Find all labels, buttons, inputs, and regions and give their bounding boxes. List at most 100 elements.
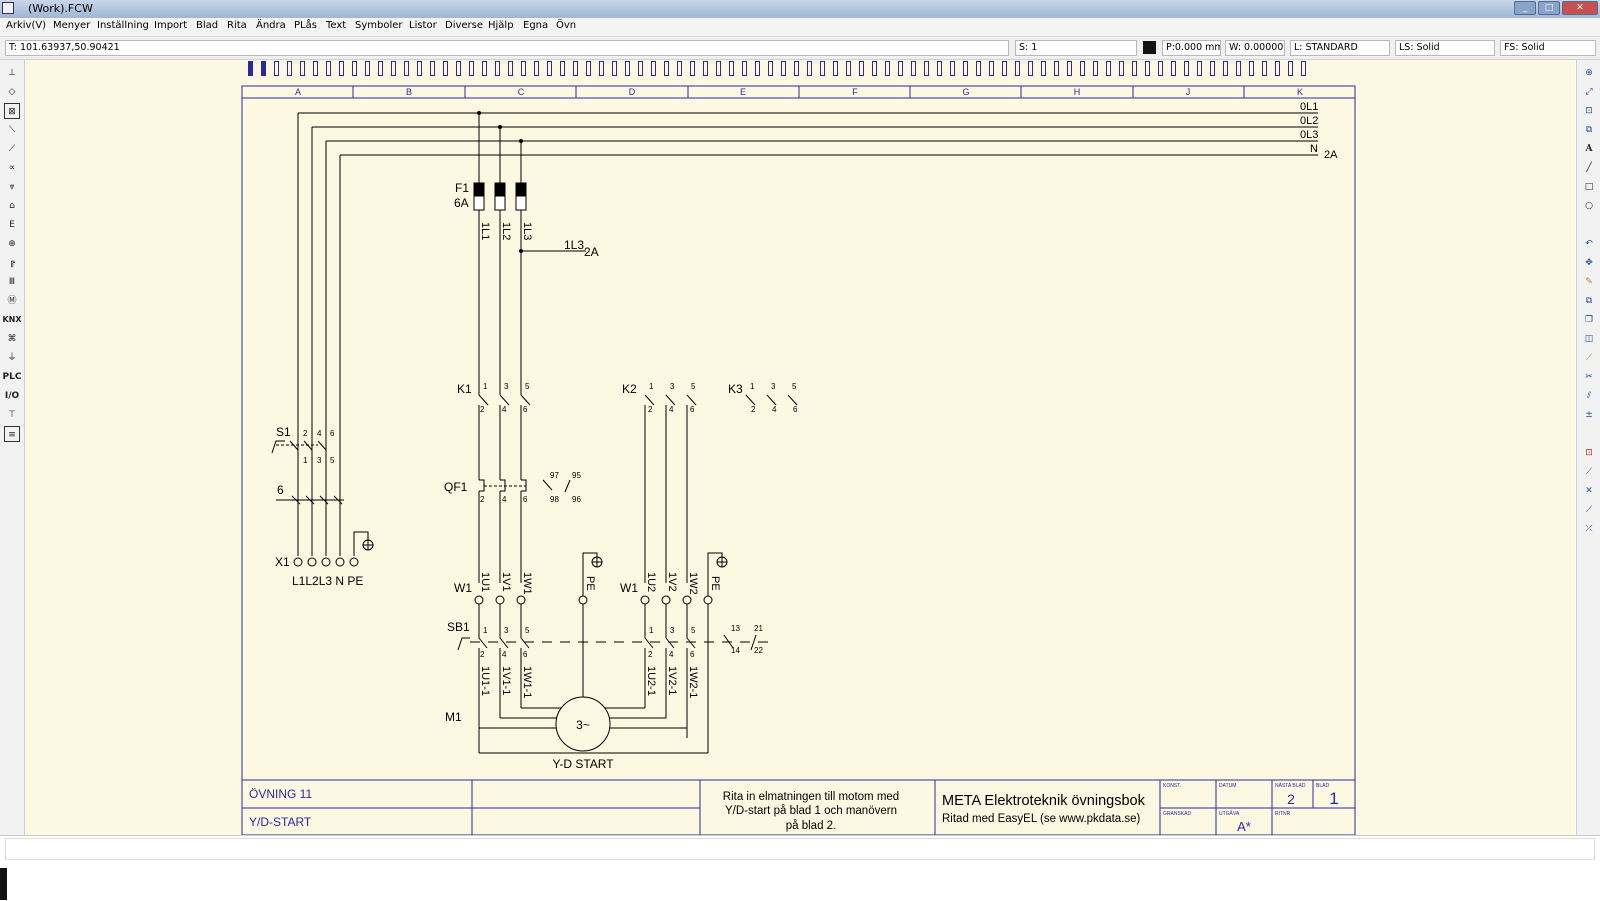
k2-pin: 5 <box>691 382 696 391</box>
s1-pin: 4 <box>317 429 322 438</box>
qf1-pin: 4 <box>502 495 507 504</box>
k3-pin: 4 <box>772 405 777 414</box>
motor-wire: 1V1-1 <box>500 666 512 695</box>
description-line: Y/D-start på blad 1 och manövern <box>725 805 897 817</box>
sb1-pin: 1 <box>483 626 488 635</box>
contactor-k1: K1 <box>457 382 472 396</box>
motor-wire: 1V2-1 <box>666 666 678 695</box>
fuse-output-1l3: 1L3 <box>521 222 533 240</box>
book-title: META Elektroteknik övningsbok <box>942 793 1146 809</box>
bus-label-l2: 0L2 <box>1300 115 1318 127</box>
k2-pin: 2 <box>648 405 653 414</box>
sb1-aux: 14 <box>731 646 740 655</box>
s1-pin: 5 <box>330 456 335 465</box>
sb1-pin: 5 <box>691 626 696 635</box>
bus-label-l3: 0L3 <box>1300 129 1318 141</box>
ritnr-label: RITNR <box>1275 811 1291 817</box>
datum-label: DATUM <box>1219 783 1236 789</box>
motor-wire: 1W1-1 <box>521 666 533 698</box>
sb1-pin: 2 <box>480 650 485 659</box>
w1-term: 1W1 <box>521 572 533 595</box>
sb1-pin: 1 <box>649 626 654 635</box>
switch-size: 6 <box>277 483 284 497</box>
drawing-frame <box>241 85 1356 836</box>
k2-pin: 1 <box>649 382 654 391</box>
contactor-k3: K3 <box>728 382 743 396</box>
column-label: F <box>852 87 858 97</box>
s1-pin: 6 <box>330 429 335 438</box>
k2-pin: 3 <box>670 382 675 391</box>
revision: A* <box>1237 819 1251 834</box>
breaker-qf1: QF1 <box>444 480 468 494</box>
bus-label-l1: 0L1 <box>1300 101 1318 113</box>
column-label: B <box>406 87 412 97</box>
k1-pin: 2 <box>480 405 485 414</box>
column-label: A <box>295 87 301 97</box>
drawn-with: Ritad med EasyEL (se www.pkdata.se) <box>942 813 1141 825</box>
fuse-output-1l2: 1L2 <box>500 222 512 240</box>
k1-pin: 3 <box>504 382 509 391</box>
sb1-pin: 3 <box>504 626 509 635</box>
motor-caption: Y-D START <box>552 757 614 771</box>
motor-wire: 1U2-1 <box>645 666 657 696</box>
branch-rating: 2A <box>584 245 599 259</box>
sheet-number: 1 <box>1329 789 1338 808</box>
motor-m1: M1 <box>445 710 462 724</box>
sb1-pin: 6 <box>523 650 528 659</box>
nasta-blad-label: NÄSTA BLAD <box>1275 782 1306 789</box>
k2-pin: 6 <box>690 405 695 414</box>
k3-pin: 1 <box>750 382 755 391</box>
qf1-aux: 98 <box>550 495 559 504</box>
contactor-k2: K2 <box>622 382 637 396</box>
sb1-aux: 22 <box>754 646 763 655</box>
s1-pin: 2 <box>303 429 308 438</box>
w1-term: PE <box>709 576 721 591</box>
qf1-aux: 96 <box>572 495 581 504</box>
k1-pin: 1 <box>483 382 488 391</box>
k3-pin: 3 <box>771 382 776 391</box>
switch-sb1: SB1 <box>447 620 470 634</box>
command-input[interactable] <box>5 838 1595 860</box>
schematic-drawing[interactable]: A B C D E F G H J K 0L1 0L2 0L3 N 2A F1 … <box>0 0 1600 900</box>
k1-pin: 4 <box>502 405 507 414</box>
sb1-aux: 13 <box>731 624 740 633</box>
sb1-pin: 6 <box>690 650 695 659</box>
column-label: J <box>1186 87 1191 97</box>
column-label: H <box>1074 87 1081 97</box>
sb1-pin: 4 <box>669 650 674 659</box>
exercise-subject: Y/D-START <box>249 815 312 829</box>
branch-label: 1L3 <box>564 238 584 252</box>
column-label: D <box>629 87 636 97</box>
next-sheet: 2 <box>1287 791 1295 807</box>
fuse-rating: 6A <box>454 196 469 210</box>
fuse-tag: F1 <box>455 181 469 195</box>
k3-pin: 6 <box>793 405 798 414</box>
qf1-pin: 2 <box>480 495 485 504</box>
k2-pin: 4 <box>669 405 674 414</box>
w1-term: 1W2 <box>687 572 699 595</box>
bus-rating: 2A <box>1324 149 1338 161</box>
k1-pin: 6 <box>523 405 528 414</box>
motor-wire: 1W2-1 <box>687 666 699 698</box>
s1-pin: 1 <box>303 456 308 465</box>
blad-label: BLAD <box>1316 783 1329 789</box>
motor-symbol: 3~ <box>576 718 590 732</box>
x1-labels: L1L2L3 N PE <box>292 574 363 588</box>
w1-term: 1U1 <box>479 572 491 592</box>
switch-s1: S1 <box>276 425 291 439</box>
column-label: G <box>962 87 969 97</box>
taskbar-edge <box>0 868 7 900</box>
w1-term: PE <box>584 576 596 591</box>
description-line: Rita in elmatningen till motom med <box>723 791 899 803</box>
k3-pin: 5 <box>792 382 797 391</box>
konst-label: KONST. <box>1163 783 1181 789</box>
k3-pin: 2 <box>751 405 756 414</box>
qf1-pin: 6 <box>523 495 528 504</box>
qf1-aux: 97 <box>550 471 559 480</box>
utgava-label: UTGÅVA <box>1219 810 1240 817</box>
sb1-pin: 3 <box>670 626 675 635</box>
terminal-w1-right: W1 <box>620 581 638 595</box>
w1-term: 1V2 <box>666 572 678 592</box>
column-label: K <box>1297 87 1303 97</box>
exercise-number: ÖVNING 11 <box>249 787 312 801</box>
